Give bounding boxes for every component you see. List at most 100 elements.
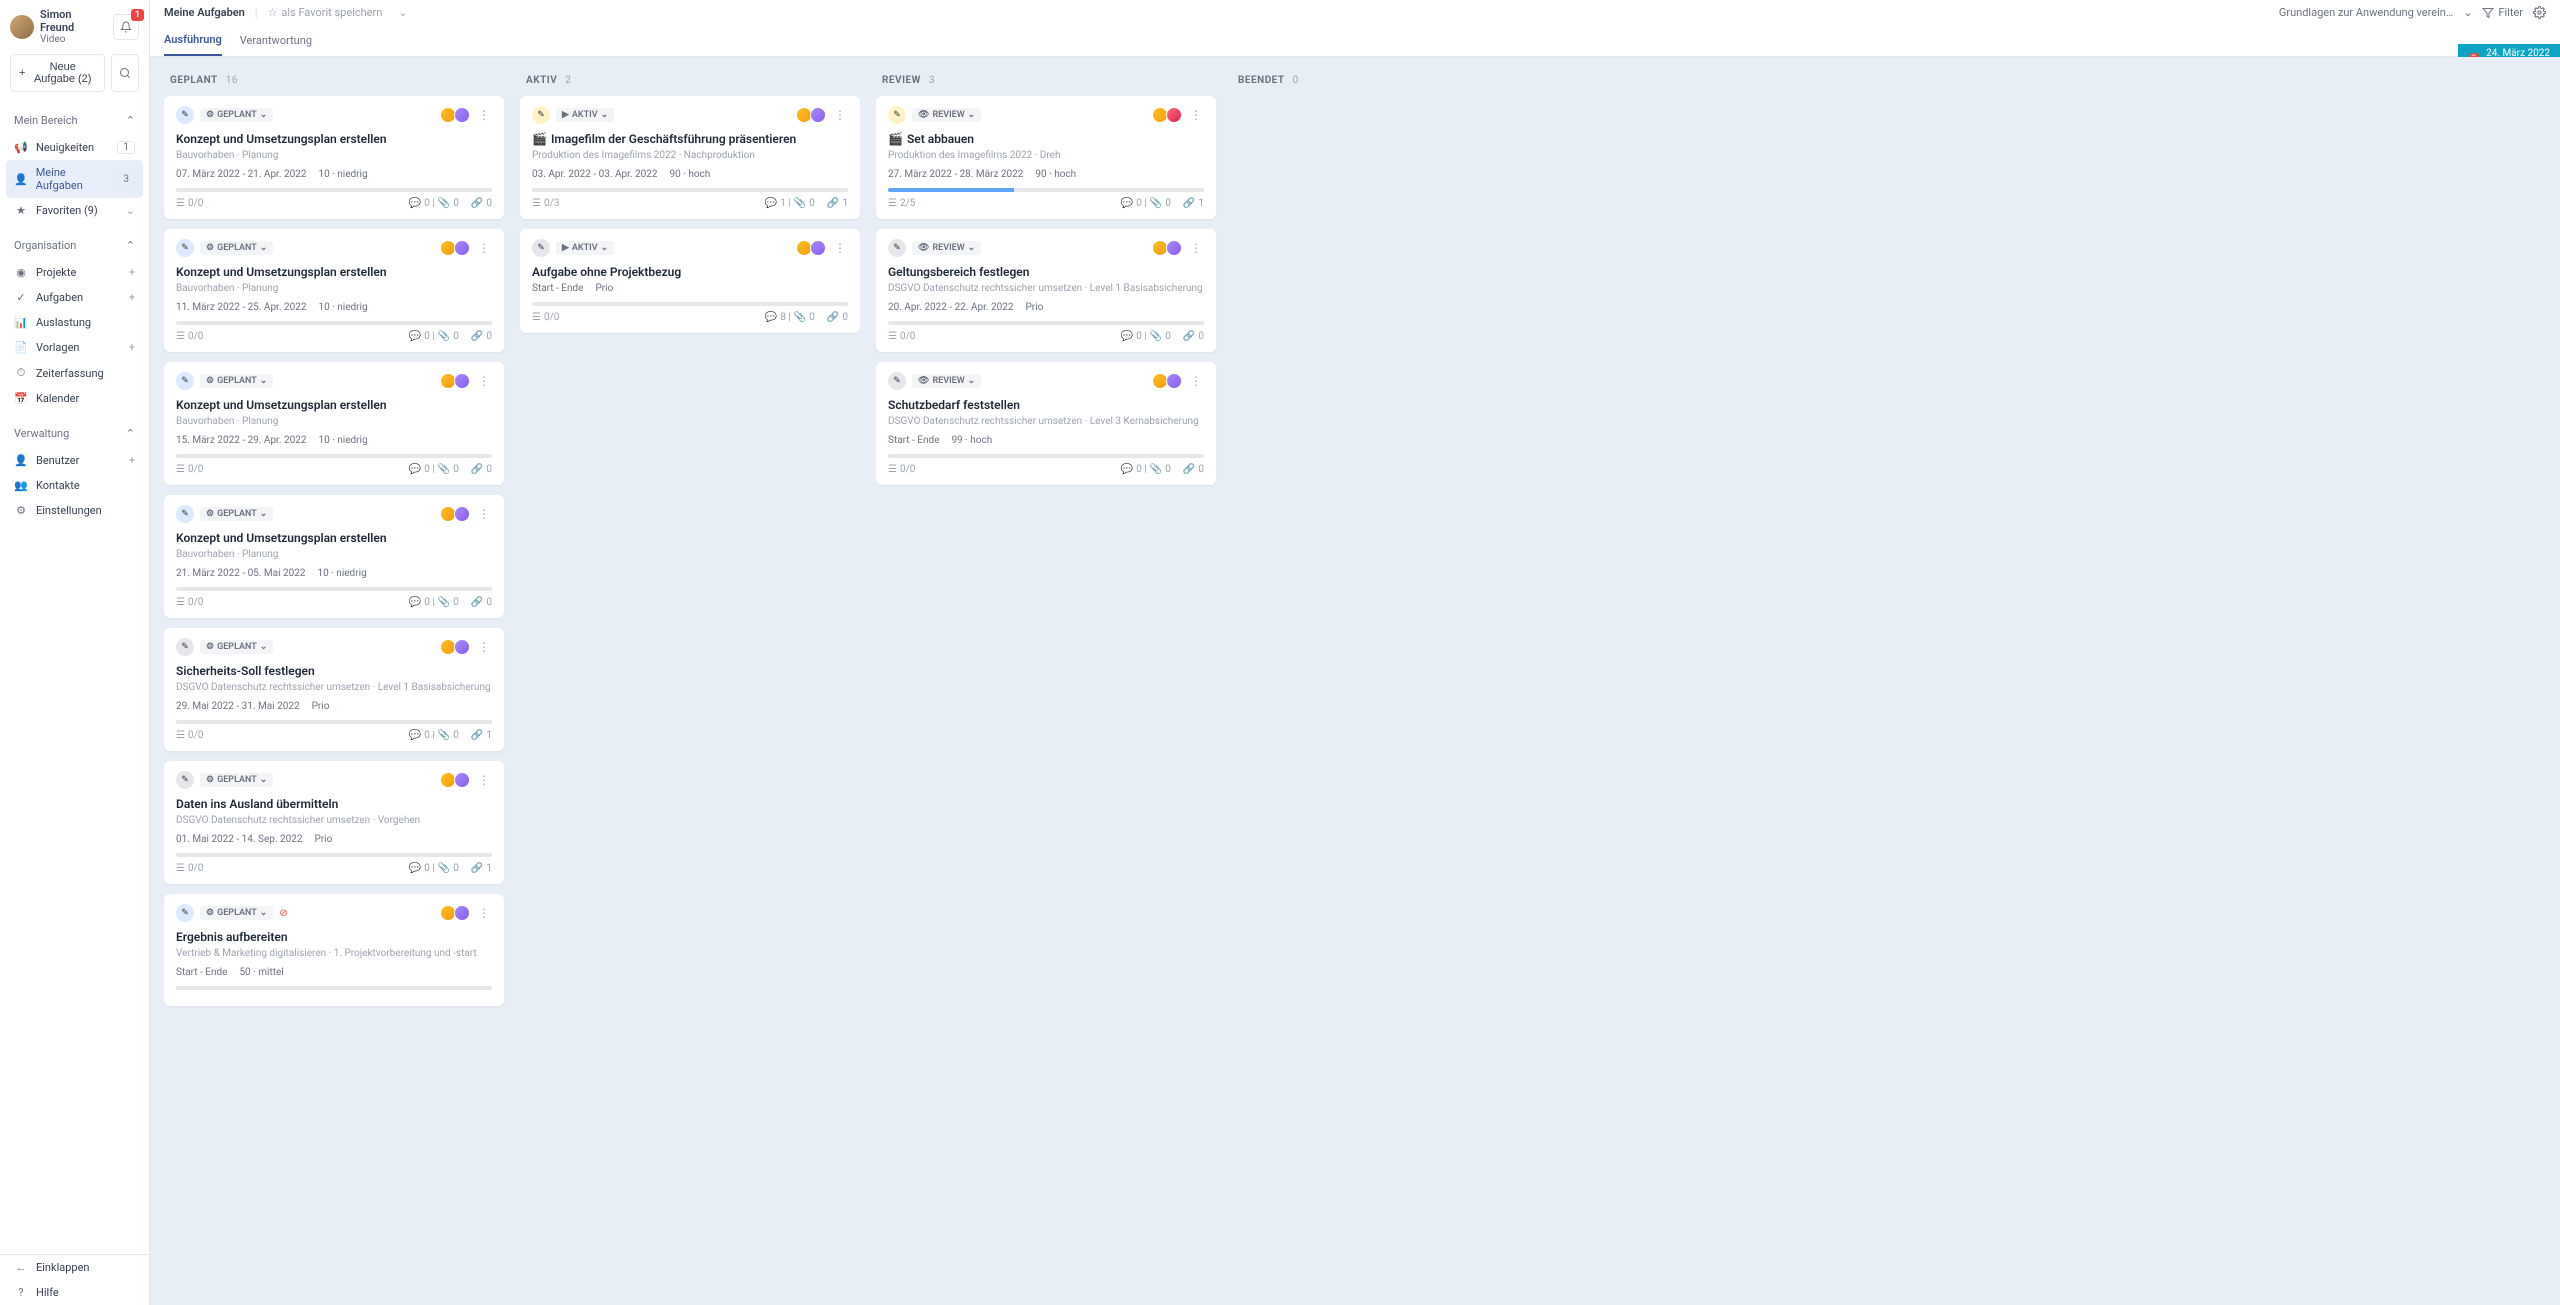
task-card[interactable]: ✎ 👁 REVIEW ⌄ ⋮ Geltungsbereich festlegen… [876,229,1216,352]
status-pill[interactable]: ⚙ GEPLANT ⌄ [200,640,273,654]
links-count: 🔗 0 [471,464,492,475]
status-pill[interactable]: ⚙ GEPLANT ⌄ [200,507,273,521]
comments-count: 💬 0 | 📎 0 [409,198,459,209]
task-card[interactable]: ✎ ⚙ GEPLANT ⌄ ⋮ Konzept und Umsetzungspl… [164,96,504,219]
status-pill[interactable]: 👁 REVIEW ⌄ [912,108,981,122]
sidebar-item[interactable]: ★Favoriten (9)⌄ [0,198,149,223]
card-avatars [800,240,826,256]
user-avatar[interactable] [10,15,34,39]
chevron-down-icon: ⌄ [968,110,976,120]
sidebar-item[interactable]: ◉Projekte+ [0,260,149,285]
sidebar-footer-label: Einklappen [36,1261,90,1274]
task-card[interactable]: ✎ ⚙ GEPLANT ⌄ ⊘ ⋮ Ergebnis aufbereiten V… [164,894,504,1006]
sidebar-item[interactable]: 👤Benutzer+ [0,448,149,473]
status-pill[interactable]: 👁 REVIEW ⌄ [912,241,981,255]
task-card[interactable]: ✎ 👁 REVIEW ⌄ ⋮ 🎬Set abbauen Produktion d… [876,96,1216,219]
status-pill[interactable]: 👁 REVIEW ⌄ [912,374,981,388]
card-menu-button[interactable]: ⋮ [1188,374,1204,388]
sidebar-item[interactable]: 👤Meine Aufgaben3 [6,160,143,198]
task-card[interactable]: ✎ 👁 REVIEW ⌄ ⋮ Schutzbedarf feststellen … [876,362,1216,485]
filter-button[interactable]: Filter [2482,6,2523,19]
chevron-down-icon: ⌄ [260,110,268,120]
card-menu-button[interactable]: ⋮ [476,640,492,654]
phase-icon: ✎ [176,239,194,257]
task-card[interactable]: ✎ ⚙ GEPLANT ⌄ ⋮ Sicherheits-Soll festleg… [164,628,504,751]
status-pill[interactable]: ⚙ GEPLANT ⌄ [200,108,273,122]
task-card[interactable]: ✎ ⚙ GEPLANT ⌄ ⋮ Konzept und Umsetzungspl… [164,495,504,618]
sidebar-item[interactable]: 📢Neuigkeiten1 [0,135,149,160]
tab[interactable]: Verantwortung [240,26,312,55]
status-pill[interactable]: ▶ AKTIV ⌄ [556,108,614,122]
settings-button[interactable] [2533,6,2546,19]
comment-icon: 💬 [409,597,421,608]
status-icon: 👁 [918,243,929,253]
card-menu-button[interactable]: ⋮ [1188,108,1204,122]
favorite-label: als Favorit speichern [281,6,382,19]
sidebar-item-label: Aufgaben [36,291,83,304]
phase-icon: ✎ [176,904,194,922]
status-pill[interactable]: ⚙ GEPLANT ⌄ [200,773,273,787]
task-card[interactable]: ✎ ▶ AKTIV ⌄ ⋮ Aufgabe ohne Projektbezug … [520,229,860,333]
card-menu-button[interactable]: ⋮ [476,241,492,255]
sidebar-footer-item[interactable]: ←Einklappen [0,1255,149,1280]
attachment-icon: 📎 [438,597,450,608]
add-icon[interactable]: + [129,291,135,304]
sidebar-item-icon: 📊 [14,316,28,329]
task-card[interactable]: ✎ ⚙ GEPLANT ⌄ ⋮ Konzept und Umsetzungspl… [164,362,504,485]
chevron-down-icon[interactable]: ⌄ [398,6,407,19]
add-icon[interactable]: + [129,341,135,354]
sidebar-item-icon: 📅 [14,392,28,405]
sidebar-section-header[interactable]: Organisation⌃ [0,231,149,260]
checklist-icon: ☰ [176,863,185,874]
status-pill[interactable]: ⚙ GEPLANT ⌄ [200,906,273,920]
add-icon[interactable]: + [129,266,135,279]
notifications-button[interactable]: 1 [113,14,139,40]
card-menu-button[interactable]: ⋮ [476,374,492,388]
card-menu-button[interactable]: ⋮ [832,241,848,255]
card-menu-button[interactable]: ⋮ [476,108,492,122]
favorite-action[interactable]: ☆ als Favorit speichern [268,6,383,19]
sidebar-footer-item[interactable]: ?Hilfe [0,1280,149,1305]
tab[interactable]: Ausführung [164,25,222,56]
status-pill[interactable]: ▶ AKTIV ⌄ [556,241,614,255]
links-count: 🔗 0 [471,198,492,209]
card-menu-button[interactable]: ⋮ [476,906,492,920]
sidebar-item[interactable]: ✓Aufgaben+ [0,285,149,310]
card-menu-button[interactable]: ⋮ [476,507,492,521]
card-menu-button[interactable]: ⋮ [1188,241,1204,255]
new-task-button[interactable]: + Neue Aufgabe (2) [10,54,105,92]
assignee-avatar [1166,240,1182,256]
sidebar-item[interactable]: 📅Kalender [0,386,149,411]
assignee-avatar [454,639,470,655]
sidebar-item[interactable]: 📊Auslastung [0,310,149,335]
sidebar-section-header[interactable]: Mein Bereich⌃ [0,106,149,135]
comment-icon: 💬 [409,730,421,741]
card-menu-button[interactable]: ⋮ [476,773,492,787]
search-button[interactable] [111,54,139,92]
sidebar-item[interactable]: ⚙Einstellungen [0,498,149,523]
status-icon: ⚙ [206,642,214,652]
sidebar-item[interactable]: ⏱Zeiterfassung [0,360,149,386]
sidebar-item[interactable]: 📄Vorlagen+ [0,335,149,360]
chevron-down-icon[interactable]: ⌄ [2463,6,2472,19]
status-icon: ⚙ [206,775,214,785]
links-count: 🔗 1 [827,198,848,209]
task-card[interactable]: ✎ ▶ AKTIV ⌄ ⋮ 🎬Imagefilm der Geschäftsfü… [520,96,860,219]
sidebar-item[interactable]: 👥Kontakte [0,473,149,498]
task-card[interactable]: ✎ ⚙ GEPLANT ⌄ ⋮ Daten ins Ausland übermi… [164,761,504,884]
status-pill[interactable]: ⚙ GEPLANT ⌄ [200,374,273,388]
comment-icon: 💬 [409,863,421,874]
chevron-up-icon: ⌃ [126,427,135,440]
task-card[interactable]: ✎ ⚙ GEPLANT ⌄ ⋮ Konzept und Umsetzungspl… [164,229,504,352]
context-text[interactable]: Grundlagen zur Anwendung verein… [2279,6,2453,19]
add-icon[interactable]: + [129,454,135,467]
card-menu-button[interactable]: ⋮ [832,108,848,122]
comment-icon: 💬 [1121,198,1133,209]
status-pill[interactable]: ⚙ GEPLANT ⌄ [200,241,273,255]
sidebar-item-label: Zeiterfassung [36,367,104,380]
chevron-up-icon: ⌃ [126,114,135,127]
card-dates: 29. Mai 2022 - 31. Mai 2022Prio [176,701,492,712]
link-icon: 🔗 [471,597,483,608]
sidebar-section-header[interactable]: Verwaltung⌃ [0,419,149,448]
column-count: 0 [1293,75,1299,86]
